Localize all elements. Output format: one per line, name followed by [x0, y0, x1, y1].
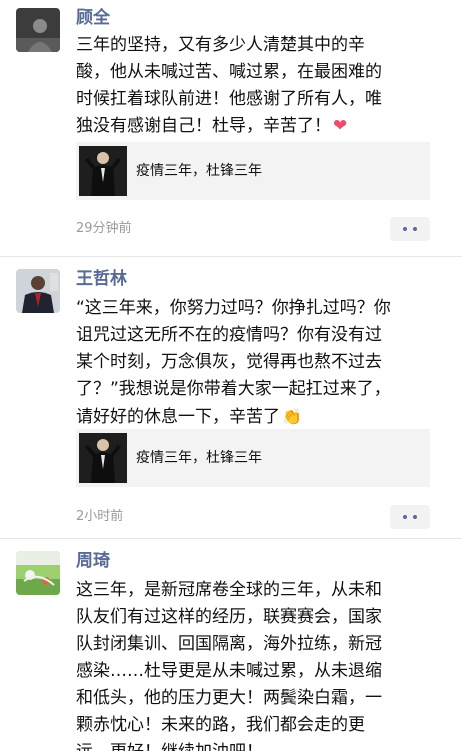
comment-post: 顾全 三年的坚持，又有多少人清楚其中的辛 酸，他从未喊过苦、喊过累，在最困难的 …	[0, 0, 462, 256]
link-title: 疫情三年，杜锋三年	[136, 450, 262, 466]
clapping-hands-emoji-icon: 👏	[282, 407, 302, 426]
avatar[interactable]	[16, 551, 60, 595]
comment-text: 三年的坚持，又有多少人清楚其中的辛 酸，他从未喊过苦、喊过累，在最困难的 时候扛…	[76, 32, 448, 140]
avatar-suit-photo-icon	[16, 269, 60, 313]
comment-text-body: “这三年来，你努力过吗？你挣扎过吗？你 诅咒过这无所不在的疫情吗？你有没有过 某…	[76, 298, 391, 427]
link-title: 疫情三年，杜锋三年	[136, 163, 262, 179]
author-name[interactable]: 周琦	[76, 550, 110, 572]
dot-icon	[413, 227, 417, 231]
dot-icon	[403, 515, 407, 519]
more-actions-button[interactable]	[390, 505, 430, 529]
comment-post: 周琦 这三年，是新冠席卷全球的三年，从未和 队友们有过这样的经历，联赛赛会，国家…	[0, 539, 462, 751]
avatar[interactable]	[16, 269, 60, 313]
heart-emoji-icon: ❤	[333, 116, 348, 136]
link-thumbnail	[79, 433, 127, 483]
timestamp: 2小时前	[76, 509, 124, 524]
comment-text: “这三年来，你努力过吗？你挣扎过吗？你 诅咒过这无所不在的疫情吗？你有没有过 某…	[76, 295, 448, 431]
coach-photo-thumbnail-icon	[79, 433, 127, 483]
avatar-outdoor-photo-icon	[16, 551, 60, 595]
dot-icon	[413, 515, 417, 519]
author-name[interactable]: 顾全	[76, 7, 110, 29]
avatar-dark-photo-icon	[16, 8, 60, 52]
coach-photo-thumbnail-icon	[79, 146, 127, 196]
comment-post: 王哲林 “这三年来，你努力过吗？你挣扎过吗？你 诅咒过这无所不在的疫情吗？你有没…	[0, 257, 462, 538]
author-name[interactable]: 王哲林	[76, 268, 127, 290]
comment-text: 这三年，是新冠席卷全球的三年，从未和 队友们有过这样的经历，联赛赛会，国家 队封…	[76, 580, 382, 751]
avatar[interactable]	[16, 8, 60, 52]
dot-icon	[403, 227, 407, 231]
link-card[interactable]: 疫情三年，杜锋三年	[76, 142, 430, 200]
link-card[interactable]: 疫情三年，杜锋三年	[76, 429, 430, 487]
more-actions-button[interactable]	[390, 217, 430, 241]
timestamp: 29分钟前	[76, 221, 132, 236]
link-thumbnail	[79, 146, 127, 196]
moments-comment-feed: 顾全 三年的坚持，又有多少人清楚其中的辛 酸，他从未喊过苦、喊过累，在最困难的 …	[0, 0, 462, 751]
